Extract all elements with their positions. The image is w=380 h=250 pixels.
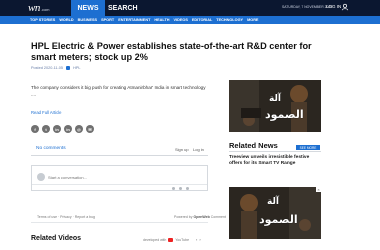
close-icon[interactable]: × — [316, 187, 321, 192]
nav-item-sport[interactable]: SPORT — [101, 18, 114, 22]
facebook-icon[interactable]: f — [31, 125, 39, 133]
byline-time: Posted 2020-11-05 — [31, 66, 64, 70]
logo-suffix: .com — [40, 7, 50, 12]
emoji-icon[interactable] — [172, 186, 175, 190]
see-more-button[interactable]: SEE MORE — [296, 145, 320, 150]
twitter-icon[interactable]: t — [42, 125, 50, 133]
ad-thumbnail[interactable]: آلة الصمود — [229, 187, 321, 239]
comment-input[interactable] — [48, 175, 100, 180]
chevron-right-icon[interactable]: › — [199, 237, 200, 242]
powered-by-suffix: Comment — [210, 215, 226, 219]
nav-item-world[interactable]: WORLD — [59, 18, 73, 22]
gif-icon[interactable] — [186, 186, 189, 190]
mail-icon[interactable]: ✉ — [86, 125, 94, 133]
nav-item-top-stories[interactable]: TOP STORIES — [30, 18, 55, 22]
youtube-icon — [168, 238, 174, 242]
nav-menu: TOP STORIES WORLD BUSINESS SPORT ENTERTA… — [30, 16, 258, 24]
tab-search[interactable]: SEARCH — [108, 0, 138, 16]
logo-text: wn — [28, 2, 40, 14]
byline-source[interactable]: HPL — [73, 66, 80, 70]
related-videos-title: Related Videos — [31, 235, 82, 242]
comments-header: No comments Sign up Log in — [31, 144, 208, 156]
article-byline: Posted 2020-11-05 HPL — [31, 66, 81, 70]
tab-news[interactable]: NEWS — [71, 0, 105, 16]
thumbnail-artwork — [229, 80, 321, 132]
nav-item-entertainment[interactable]: ENTERTAINMENT — [118, 18, 150, 22]
read-full-article-link[interactable]: Read Full Article — [31, 110, 62, 115]
top-bar: wn .com NEWS SEARCH SATURDAY, 7 NOVEMBER… — [0, 0, 380, 16]
nav-item-more[interactable]: MORE — [247, 18, 258, 22]
avatar — [37, 173, 45, 181]
site-logo[interactable]: wn .com — [28, 2, 50, 14]
nav-item-videos[interactable]: VIDEOS — [174, 18, 188, 22]
divider — [229, 151, 321, 152]
comments-login-link[interactable]: Log in — [193, 147, 204, 152]
nav-item-business[interactable]: BUSINESS — [78, 18, 97, 22]
nav-item-health[interactable]: HEALTH — [154, 18, 169, 22]
thumbnail-text-a: آلة — [267, 197, 279, 207]
login-link[interactable]: LOG IN — [326, 4, 341, 9]
email-at-icon[interactable]: @ — [75, 125, 83, 133]
share-buttons: f t in in @ ✉ — [31, 125, 94, 133]
powered-by: Powered by OpenWeb Comment — [174, 215, 226, 219]
source-icon — [66, 66, 71, 70]
comment-composer[interactable] — [31, 165, 208, 191]
related-news-title: Related News — [229, 141, 278, 150]
composer-toolbar — [32, 184, 207, 190]
youtube-label: YouTube — [175, 238, 190, 242]
thumbnail-text-a: آلة — [269, 94, 281, 104]
linkedin-icon[interactable]: in — [53, 125, 61, 133]
developed-with-label: developed with — [143, 238, 167, 242]
article-summary: The company considers it big push for cr… — [31, 85, 206, 97]
divider — [31, 222, 208, 223]
related-news-item[interactable]: Treeview unveils irresistible festive of… — [229, 155, 321, 167]
nav-item-technology[interactable]: TECHNOLOGY — [216, 18, 243, 22]
thumbnail-text-b: الصمود — [259, 213, 298, 226]
linkedin-alt-icon[interactable]: in — [64, 125, 72, 133]
nav-item-editorial[interactable]: EDITORIAL — [192, 18, 212, 22]
user-icon[interactable] — [341, 3, 349, 11]
powered-by-label: Powered by — [174, 215, 193, 219]
image-icon[interactable] — [179, 186, 182, 190]
chevron-left-icon[interactable]: ‹ — [196, 237, 197, 242]
signup-link[interactable]: Sign up — [175, 147, 189, 152]
comments-count: No comments — [36, 146, 66, 151]
video-carousel-nav: ‹ › — [196, 237, 201, 242]
nav-bar: TOP STORIES WORLD BUSINESS SPORT ENTERTA… — [0, 16, 380, 24]
thumbnail-text-b: الصمود — [265, 108, 304, 121]
video-thumbnail-top[interactable]: آلة الصمود — [229, 80, 321, 132]
article-headline: HPL Electric & Power establishes state-o… — [31, 41, 312, 62]
date-display: SATURDAY, 7 NOVEMBER 2020 — [282, 5, 333, 9]
powered-by-brand[interactable]: OpenWeb — [193, 215, 209, 219]
comments-footer-links[interactable]: Terms of use · Privacy · Report a bug — [37, 215, 95, 219]
developed-with: developed with YouTube — [143, 238, 189, 242]
